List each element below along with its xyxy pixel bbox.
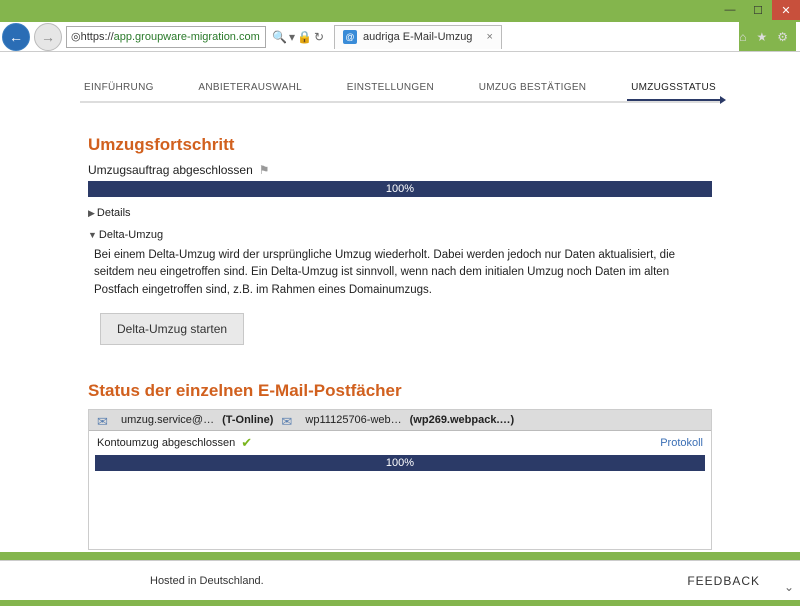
tab-favicon-icon: @ [343, 30, 357, 44]
triangle-right-icon: ▶ [88, 208, 95, 219]
step-umzugsstatus[interactable]: UMZUGSSTATUS [627, 76, 720, 101]
tab-close-icon[interactable]: × [486, 31, 492, 43]
delta-description: Bei einem Delta-Umzug wird der ursprüngl… [94, 247, 712, 299]
mailbox-panel: umzug.service@… (T-Online) wp11125706-we… [88, 409, 712, 550]
chevron-down-icon[interactable]: ⌄ [784, 580, 794, 594]
step-einstellungen[interactable]: EINSTELLUNGEN [343, 76, 438, 99]
details-label: Details [97, 207, 131, 219]
refresh-icon[interactable]: ↻ [314, 30, 324, 44]
progress-bar: 100% [88, 181, 712, 197]
favicon-icon: ◎ [71, 30, 81, 43]
browser-tab[interactable]: @ audriga E-Mail-Umzug × [334, 25, 502, 49]
progress-status-text: Umzugsauftrag abgeschlossen [88, 163, 253, 177]
mailbox-progress-bar: 100% [95, 455, 705, 471]
nav-forward-button[interactable]: → [34, 23, 62, 51]
browser-toolbar-icons: ⌂ ★ ⚙ [739, 22, 796, 51]
progress-status-line: Umzugsauftrag abgeschlossen ⚑ [88, 163, 720, 177]
details-toggle[interactable]: ▶ Details [88, 207, 720, 219]
search-icon[interactable]: 🔍 [272, 30, 287, 44]
check-icon: ✔ [241, 435, 252, 451]
favorites-icon[interactable]: ★ [756, 30, 767, 44]
mailbox-header: umzug.service@… (T-Online) wp11125706-we… [89, 410, 711, 431]
url-host: app.groupware-migration.com [114, 31, 260, 43]
step-navigation: EINFÜHRUNG ANBIETERAUSWAHL EINSTELLUNGEN… [80, 52, 720, 103]
delta-toggle[interactable]: ▼ Delta-Umzug [88, 229, 720, 241]
feedback-button[interactable]: FEEDBACK [687, 574, 760, 588]
delta-label: Delta-Umzug [99, 229, 163, 241]
delta-start-button[interactable]: Delta-Umzug starten [100, 313, 244, 345]
envelope-to-icon [281, 414, 297, 426]
tab-title: audriga E-Mail-Umzug [363, 31, 472, 43]
step-anbieterauswahl[interactable]: ANBIETERAUSWAHL [194, 76, 306, 99]
mailbox-spacer [89, 477, 711, 549]
from-address: umzug.service@… [121, 414, 214, 426]
step-bestaetigen[interactable]: UMZUG BESTÄTIGEN [475, 76, 591, 99]
window-maximize-button[interactable]: ☐ [744, 0, 772, 20]
window-minimize-button[interactable]: — [716, 0, 744, 20]
hosted-text: Hosted in Deutschland. [150, 575, 264, 587]
lock-icon: 🔒 [297, 30, 312, 44]
flag-icon: ⚑ [259, 163, 270, 177]
address-bar[interactable]: ◎ https:// app.groupware-migration.com [66, 26, 266, 48]
home-icon[interactable]: ⌂ [739, 30, 746, 44]
to-address: wp11125706-web… [305, 414, 401, 426]
step-einfuehrung[interactable]: EINFÜHRUNG [80, 76, 158, 99]
protokoll-link[interactable]: Protokoll [660, 437, 703, 449]
mailbox-row: Kontoumzug abgeschlossen ✔ Protokoll [89, 431, 711, 451]
mailbox-row-status: Kontoumzug abgeschlossen [97, 437, 235, 449]
nav-back-button[interactable]: ← [2, 23, 30, 51]
page-footer: Hosted in Deutschland. FEEDBACK ⌄ [0, 560, 800, 600]
mailboxes-heading: Status der einzelnen E-Mail-Postfächer [88, 381, 720, 401]
url-prefix: https:// [81, 31, 114, 43]
page-body: EINFÜHRUNG ANBIETERAUSWAHL EINSTELLUNGEN… [0, 52, 800, 552]
browser-chrome: ← → ◎ https:// app.groupware-migration.c… [0, 22, 800, 52]
url-controls: 🔍 ▾ 🔒 ↻ [272, 30, 324, 44]
progress-heading: Umzugsfortschritt [88, 135, 720, 155]
window-titlebar: — ☐ ✕ [0, 0, 800, 22]
dropdown-icon[interactable]: ▾ [289, 30, 295, 44]
window-close-button[interactable]: ✕ [772, 0, 800, 20]
settings-icon[interactable]: ⚙ [777, 30, 788, 44]
envelope-from-icon [97, 414, 113, 426]
from-provider: (T-Online) [222, 414, 273, 426]
triangle-down-icon: ▼ [88, 230, 97, 240]
to-provider: (wp269.webpack.…) [410, 414, 515, 426]
